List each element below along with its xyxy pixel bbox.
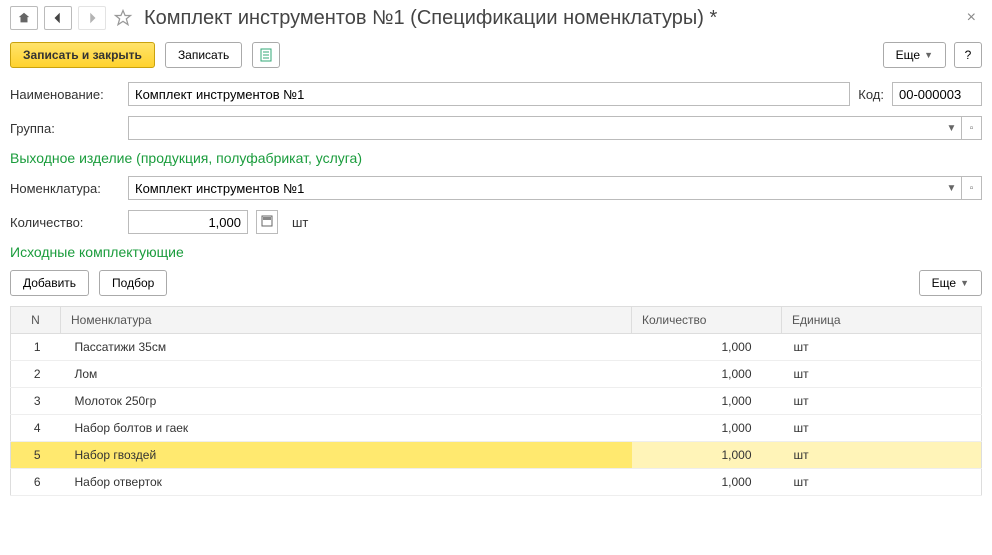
favorite-icon[interactable] — [112, 7, 134, 29]
help-button[interactable]: ? — [954, 42, 982, 68]
cell-unit: шт — [782, 361, 982, 388]
save-button[interactable]: Записать — [165, 42, 242, 68]
nomenclature-open-button[interactable]: ▫ — [962, 176, 982, 200]
table-row[interactable]: 6Набор отверток1,000шт — [11, 469, 982, 496]
quantity-input[interactable] — [128, 210, 248, 234]
cell-n: 1 — [11, 334, 61, 361]
more-button[interactable]: Еще ▼ — [883, 42, 946, 68]
more-label: Еще — [896, 48, 920, 62]
forward-button[interactable] — [78, 6, 106, 30]
code-label: Код: — [858, 87, 884, 102]
col-quantity[interactable]: Количество — [632, 307, 782, 334]
cell-unit: шт — [782, 334, 982, 361]
cell-unit: шт — [782, 469, 982, 496]
group-label: Группа: — [10, 121, 120, 136]
components-table: N Номенклатура Количество Единица 1Пасса… — [10, 306, 982, 496]
cell-n: 2 — [11, 361, 61, 388]
cell-quantity: 1,000 — [632, 469, 782, 496]
quantity-label: Количество: — [10, 215, 120, 230]
table-more-button[interactable]: Еще ▼ — [919, 270, 982, 296]
cell-unit: шт — [782, 388, 982, 415]
cell-nomenclature: Набор гвоздей — [61, 442, 632, 469]
cell-unit: шт — [782, 442, 982, 469]
table-row[interactable]: 4Набор болтов и гаек1,000шт — [11, 415, 982, 442]
cell-n: 4 — [11, 415, 61, 442]
col-n[interactable]: N — [11, 307, 61, 334]
col-nomenclature[interactable]: Номенклатура — [61, 307, 632, 334]
name-label: Наименование: — [10, 87, 120, 102]
calculator-button[interactable] — [256, 210, 278, 234]
report-button[interactable] — [252, 42, 280, 68]
cell-n: 6 — [11, 469, 61, 496]
close-button[interactable]: × — [961, 7, 982, 29]
output-section-title: Выходное изделие (продукция, полуфабрика… — [10, 150, 982, 166]
group-dropdown-button[interactable]: ▼ — [942, 116, 962, 140]
cell-quantity: 1,000 — [632, 361, 782, 388]
cell-quantity: 1,000 — [632, 334, 782, 361]
table-row[interactable]: 2Лом1,000шт — [11, 361, 982, 388]
cell-quantity: 1,000 — [632, 388, 782, 415]
cell-quantity: 1,000 — [632, 442, 782, 469]
nomenclature-input[interactable] — [128, 176, 942, 200]
page-title: Комплект инструментов №1 (Спецификации н… — [144, 7, 717, 30]
components-section-title: Исходные комплектующие — [10, 244, 982, 260]
home-button[interactable] — [10, 6, 38, 30]
cell-nomenclature: Набор отверток — [61, 469, 632, 496]
col-unit[interactable]: Единица — [782, 307, 982, 334]
cell-n: 3 — [11, 388, 61, 415]
cell-nomenclature: Молоток 250гр — [61, 388, 632, 415]
group-open-button[interactable]: ▫ — [962, 116, 982, 140]
group-input[interactable] — [128, 116, 942, 140]
table-more-label: Еще — [932, 276, 956, 290]
cell-nomenclature: Лом — [61, 361, 632, 388]
back-button[interactable] — [44, 6, 72, 30]
cell-n: 5 — [11, 442, 61, 469]
nomenclature-dropdown-button[interactable]: ▼ — [942, 176, 962, 200]
cell-nomenclature: Пассатижи 35см — [61, 334, 632, 361]
table-row[interactable]: 5Набор гвоздей1,000шт — [11, 442, 982, 469]
pick-button[interactable]: Подбор — [99, 270, 167, 296]
cell-unit: шт — [782, 415, 982, 442]
table-row[interactable]: 3Молоток 250гр1,000шт — [11, 388, 982, 415]
code-input[interactable] — [892, 82, 982, 106]
name-input[interactable] — [128, 82, 850, 106]
chevron-down-icon: ▼ — [960, 278, 969, 288]
table-row[interactable]: 1Пассатижи 35см1,000шт — [11, 334, 982, 361]
nomenclature-label: Номенклатура: — [10, 181, 120, 196]
add-button[interactable]: Добавить — [10, 270, 89, 296]
cell-quantity: 1,000 — [632, 415, 782, 442]
save-close-button[interactable]: Записать и закрыть — [10, 42, 155, 68]
quantity-unit: шт — [292, 215, 308, 230]
cell-nomenclature: Набор болтов и гаек — [61, 415, 632, 442]
chevron-down-icon: ▼ — [924, 50, 933, 60]
